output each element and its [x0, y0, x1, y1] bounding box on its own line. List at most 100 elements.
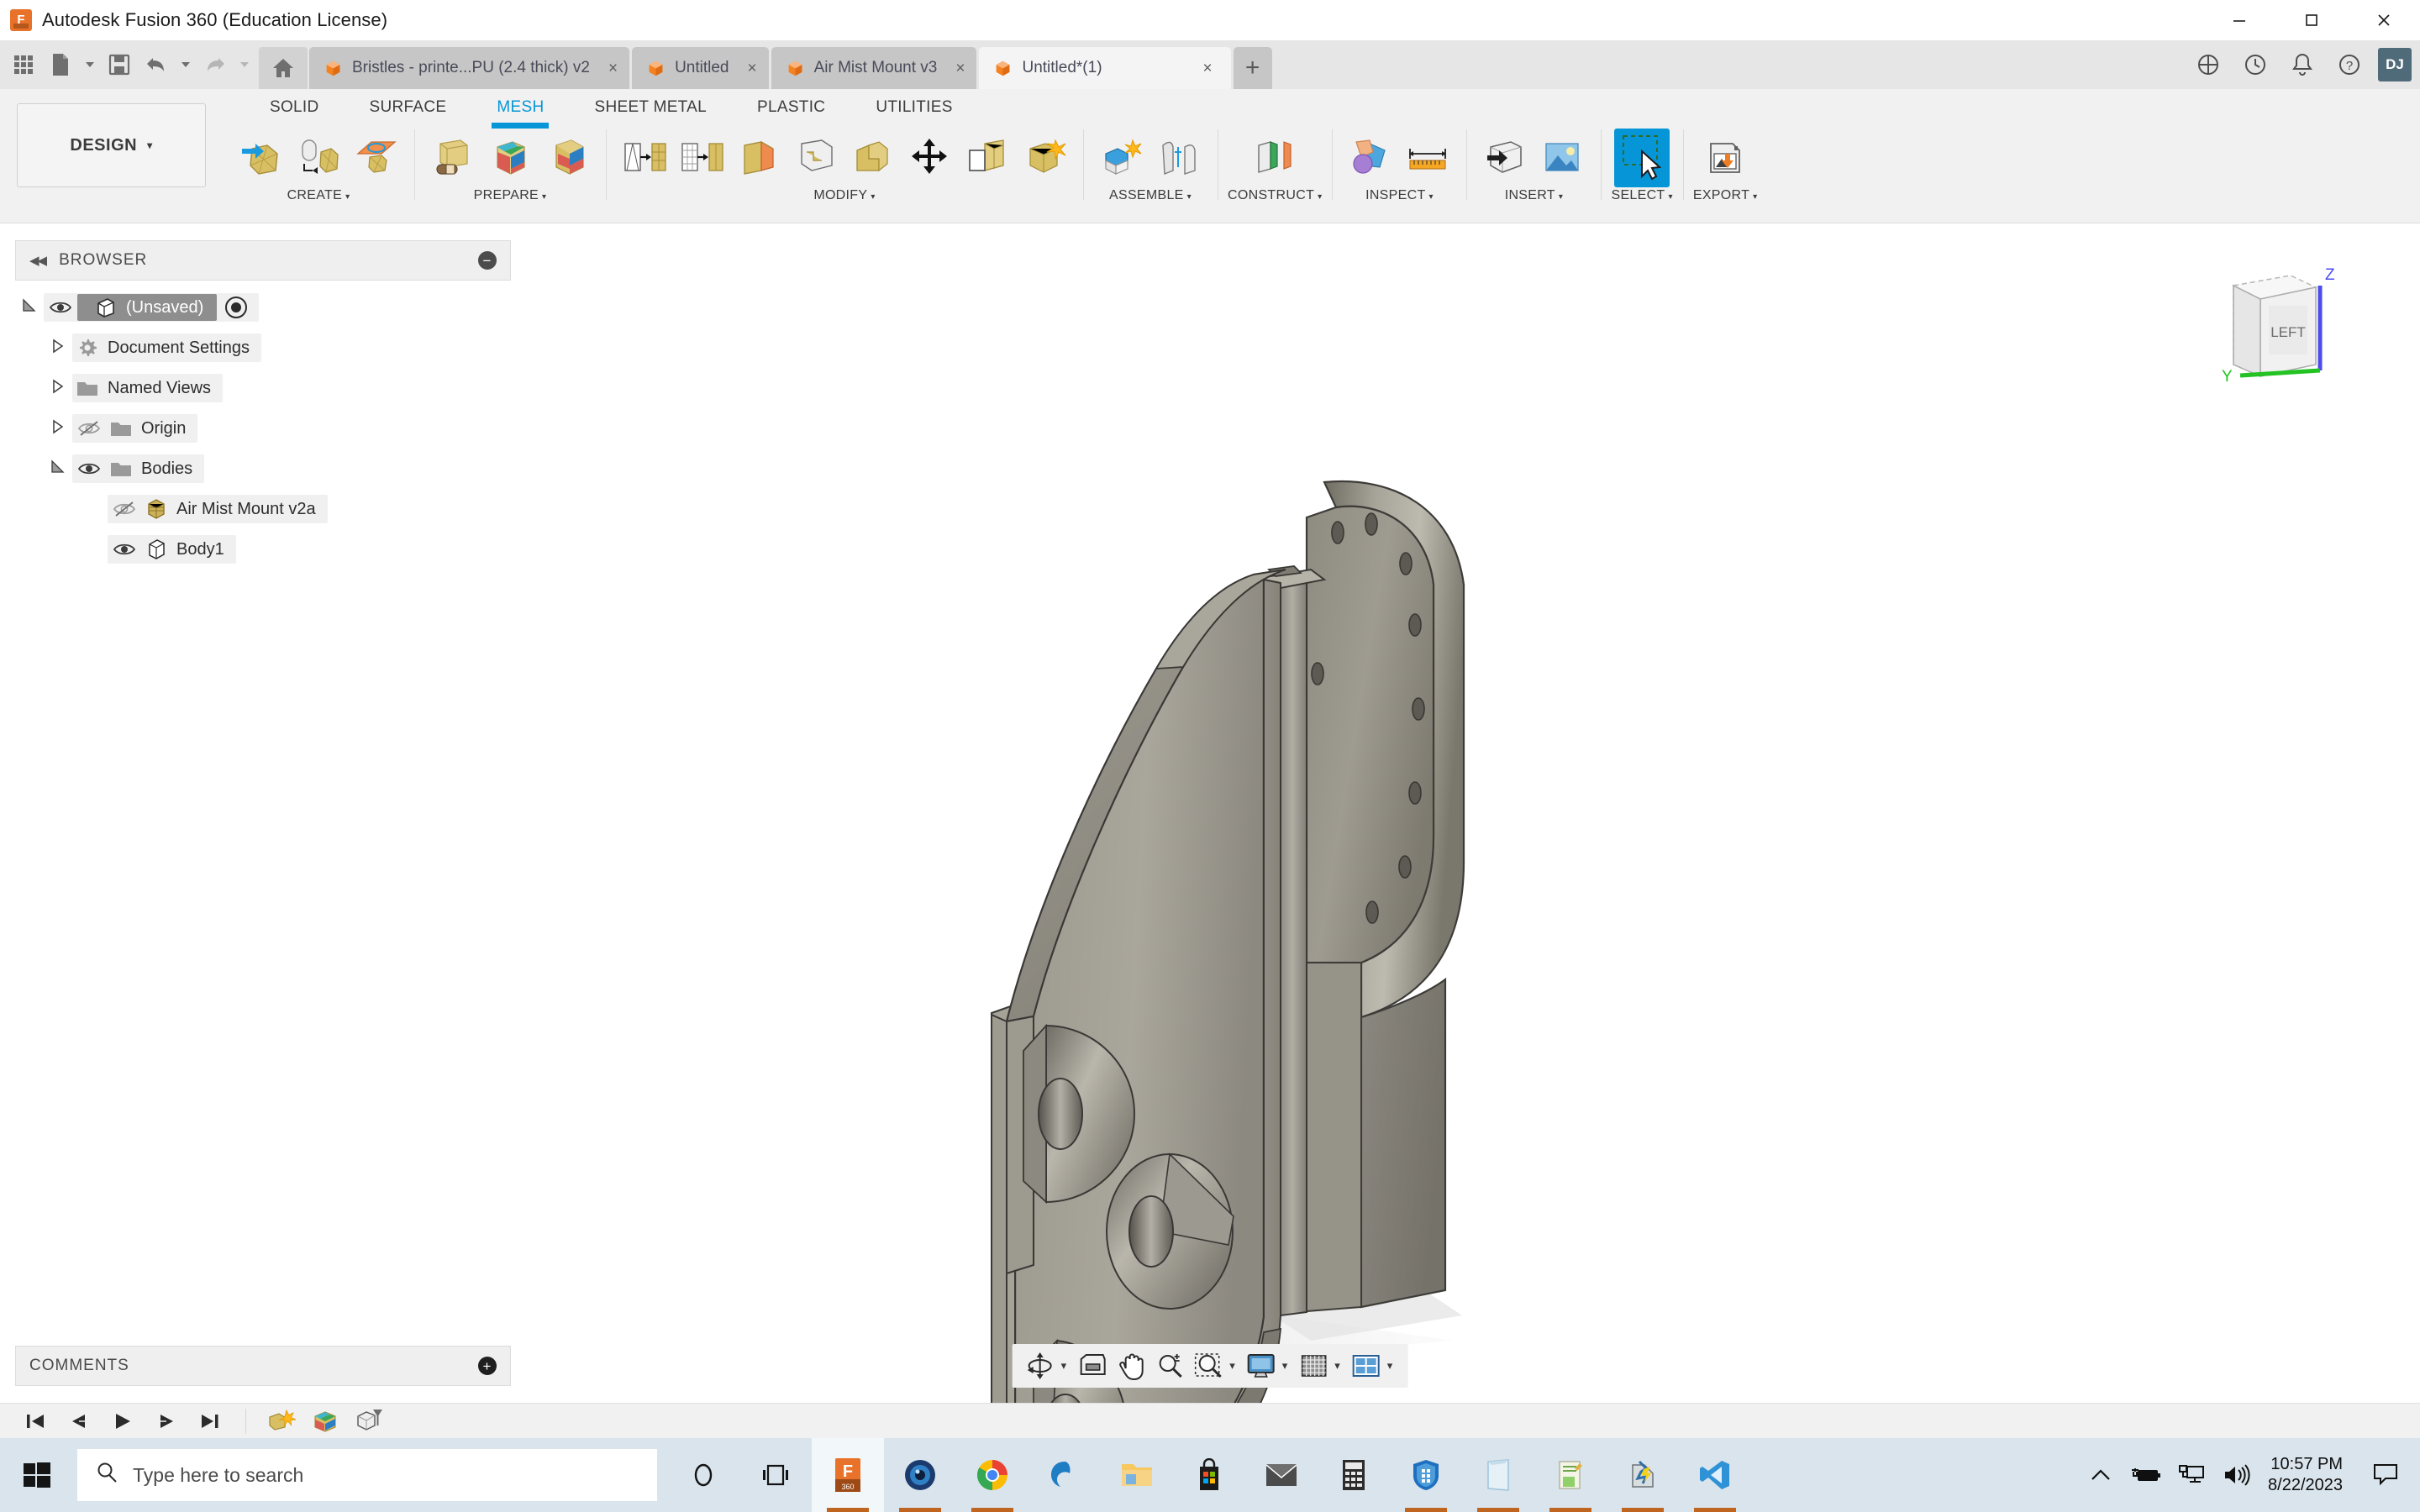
close-tab-icon[interactable]: ×	[1203, 60, 1213, 76]
workspace-selector[interactable]: DESIGN ▾	[17, 103, 206, 187]
insert-mesh-icon[interactable]	[1479, 130, 1531, 186]
taskbar-search-input[interactable]: Type here to search	[77, 1449, 657, 1501]
mail-icon[interactable]	[1245, 1438, 1318, 1512]
plane-cut-icon[interactable]	[541, 130, 593, 186]
generate-face-groups-icon[interactable]	[484, 130, 536, 186]
pan-icon[interactable]	[1112, 1347, 1150, 1385]
view-cube[interactable]: LEFT Z Y	[2210, 257, 2386, 391]
offset-plane-icon[interactable]	[1249, 130, 1301, 186]
step-forward-icon[interactable]	[145, 1404, 188, 1439]
step-back-icon[interactable]	[57, 1404, 101, 1439]
panel-prepare-label[interactable]: PREPARE▾	[474, 188, 547, 203]
panel-insert-label[interactable]: INSERT▾	[1505, 188, 1564, 203]
activate-component-radio[interactable]	[225, 297, 247, 318]
look-at-icon[interactable]	[1073, 1347, 1112, 1385]
home-tab-button[interactable]	[259, 47, 308, 89]
start-button[interactable]	[0, 1438, 74, 1512]
merge-bodies-icon[interactable]	[847, 130, 899, 186]
calculator-icon[interactable]	[1318, 1438, 1390, 1512]
tab-solid[interactable]: SOLID	[245, 89, 345, 126]
move-copy-icon[interactable]	[904, 130, 956, 186]
redo-dropdown-icon[interactable]	[234, 45, 255, 85]
save-icon[interactable]	[101, 45, 138, 85]
tree-item-body1[interactable]: Body1	[15, 529, 511, 570]
comments-panel[interactable]: COMMENTS +	[15, 1346, 511, 1386]
tree-item-named-views[interactable]: Named Views	[15, 368, 511, 408]
tree-item-bodies[interactable]: Bodies	[15, 449, 511, 489]
expander-expanded-icon[interactable]	[44, 459, 72, 479]
microsoft-edge-icon[interactable]	[1028, 1438, 1101, 1512]
chevron-down-icon[interactable]: ▾	[1282, 1359, 1288, 1373]
data-panel-grid-icon[interactable]	[5, 45, 42, 85]
document-tab[interactable]: Air Mist Mount v3 ×	[771, 47, 977, 89]
browser-header[interactable]: ◀◀ BROWSER −	[15, 240, 511, 281]
create-mesh-icon[interactable]	[235, 130, 287, 186]
tab-plastic[interactable]: PLASTIC	[732, 89, 850, 126]
volume-icon[interactable]	[2214, 1438, 2260, 1512]
media-player-icon[interactable]	[884, 1438, 956, 1512]
mesh-plane-icon[interactable]	[350, 130, 402, 186]
tab-mesh[interactable]: MESH	[471, 89, 569, 126]
grid-settings-icon[interactable]	[1294, 1347, 1333, 1385]
cortana-icon[interactable]	[667, 1438, 739, 1512]
tree-item-air-mist-mount-v2a[interactable]: Air Mist Mount v2a	[15, 489, 511, 529]
remesh-icon[interactable]	[618, 130, 671, 186]
user-avatar[interactable]: DJ	[2378, 48, 2412, 81]
document-tab[interactable]: Bristles - printe...PU (2.4 thick) v2 ×	[309, 47, 629, 89]
chevron-down-icon[interactable]: ▾	[1061, 1359, 1067, 1373]
panel-select-label[interactable]: SELECT▾	[1611, 188, 1672, 203]
battery-charging-icon[interactable]	[2123, 1438, 2169, 1512]
measure-icon[interactable]	[1402, 130, 1454, 186]
minimize-panel-icon[interactable]: −	[478, 251, 497, 270]
close-tab-icon[interactable]: ×	[608, 60, 618, 76]
separate-icon[interactable]	[1018, 130, 1071, 186]
chevron-down-icon[interactable]: ▾	[1387, 1359, 1393, 1373]
erase-and-fill-icon[interactable]	[427, 130, 479, 186]
mesh-from-brep-icon[interactable]	[292, 130, 345, 186]
expander-collapsed-icon[interactable]	[44, 338, 72, 358]
vs-code-icon[interactable]	[1679, 1438, 1751, 1512]
chevron-down-icon[interactable]: ▾	[1334, 1359, 1340, 1373]
new-file-dropdown-icon[interactable]	[79, 45, 101, 85]
play-icon[interactable]	[101, 1404, 145, 1439]
new-document-tab-button[interactable]: +	[1234, 47, 1272, 89]
visibility-eye-icon[interactable]	[108, 541, 141, 558]
security-icon[interactable]	[1390, 1438, 1462, 1512]
expander-collapsed-icon[interactable]	[44, 378, 72, 398]
close-tab-icon[interactable]: ×	[955, 60, 965, 76]
tree-item-unsaved[interactable]: (Unsaved)	[15, 287, 511, 328]
action-center-icon[interactable]	[2360, 1438, 2412, 1512]
panel-export-label[interactable]: EXPORT▾	[1693, 188, 1758, 203]
go-to-end-icon[interactable]	[188, 1404, 232, 1439]
tab-utilities[interactable]: UTILITIES	[850, 89, 977, 126]
undo-icon[interactable]	[138, 45, 175, 85]
close-tab-icon[interactable]: ×	[748, 60, 757, 76]
notifications-bell-icon[interactable]	[2279, 47, 2326, 82]
panel-create-label[interactable]: CREATE▾	[287, 188, 350, 203]
close-button[interactable]	[2348, 0, 2420, 40]
export-mesh-icon[interactable]	[1699, 130, 1751, 186]
redo-icon[interactable]	[197, 45, 234, 85]
new-component-icon[interactable]	[1096, 130, 1148, 186]
visibility-eye-icon[interactable]	[72, 460, 106, 477]
file-explorer-icon[interactable]	[1101, 1438, 1173, 1512]
prusa-slicer-icon[interactable]	[1607, 1438, 1679, 1512]
go-to-beginning-icon[interactable]	[13, 1404, 57, 1439]
timeline-feature-mesh-icon[interactable]	[260, 1404, 303, 1439]
panel-modify-label[interactable]: MODIFY▾	[813, 188, 875, 203]
visibility-eye-icon[interactable]	[44, 299, 77, 316]
zoom-icon[interactable]	[1150, 1347, 1189, 1385]
tree-item-origin[interactable]: Origin	[15, 408, 511, 449]
task-view-icon[interactable]	[739, 1438, 812, 1512]
minimize-button[interactable]	[2203, 0, 2275, 40]
taskbar-clock[interactable]: 10:57 PM 8/22/2023	[2260, 1454, 2360, 1496]
google-chrome-icon[interactable]	[956, 1438, 1028, 1512]
undo-dropdown-icon[interactable]	[175, 45, 197, 85]
network-icon[interactable]	[2169, 1438, 2214, 1512]
viewport-area[interactable]: ◀◀ BROWSER − (Unsaved)	[0, 223, 2420, 1403]
make-closed-mesh-icon[interactable]	[733, 130, 785, 186]
tab-sheet-metal[interactable]: SHEET METAL	[569, 89, 732, 126]
show-hidden-icons-chevron-icon[interactable]	[2078, 1438, 2123, 1512]
timeline-feature-plane-cut-icon[interactable]	[347, 1404, 391, 1439]
panel-inspect-label[interactable]: INSPECT▾	[1365, 188, 1434, 203]
